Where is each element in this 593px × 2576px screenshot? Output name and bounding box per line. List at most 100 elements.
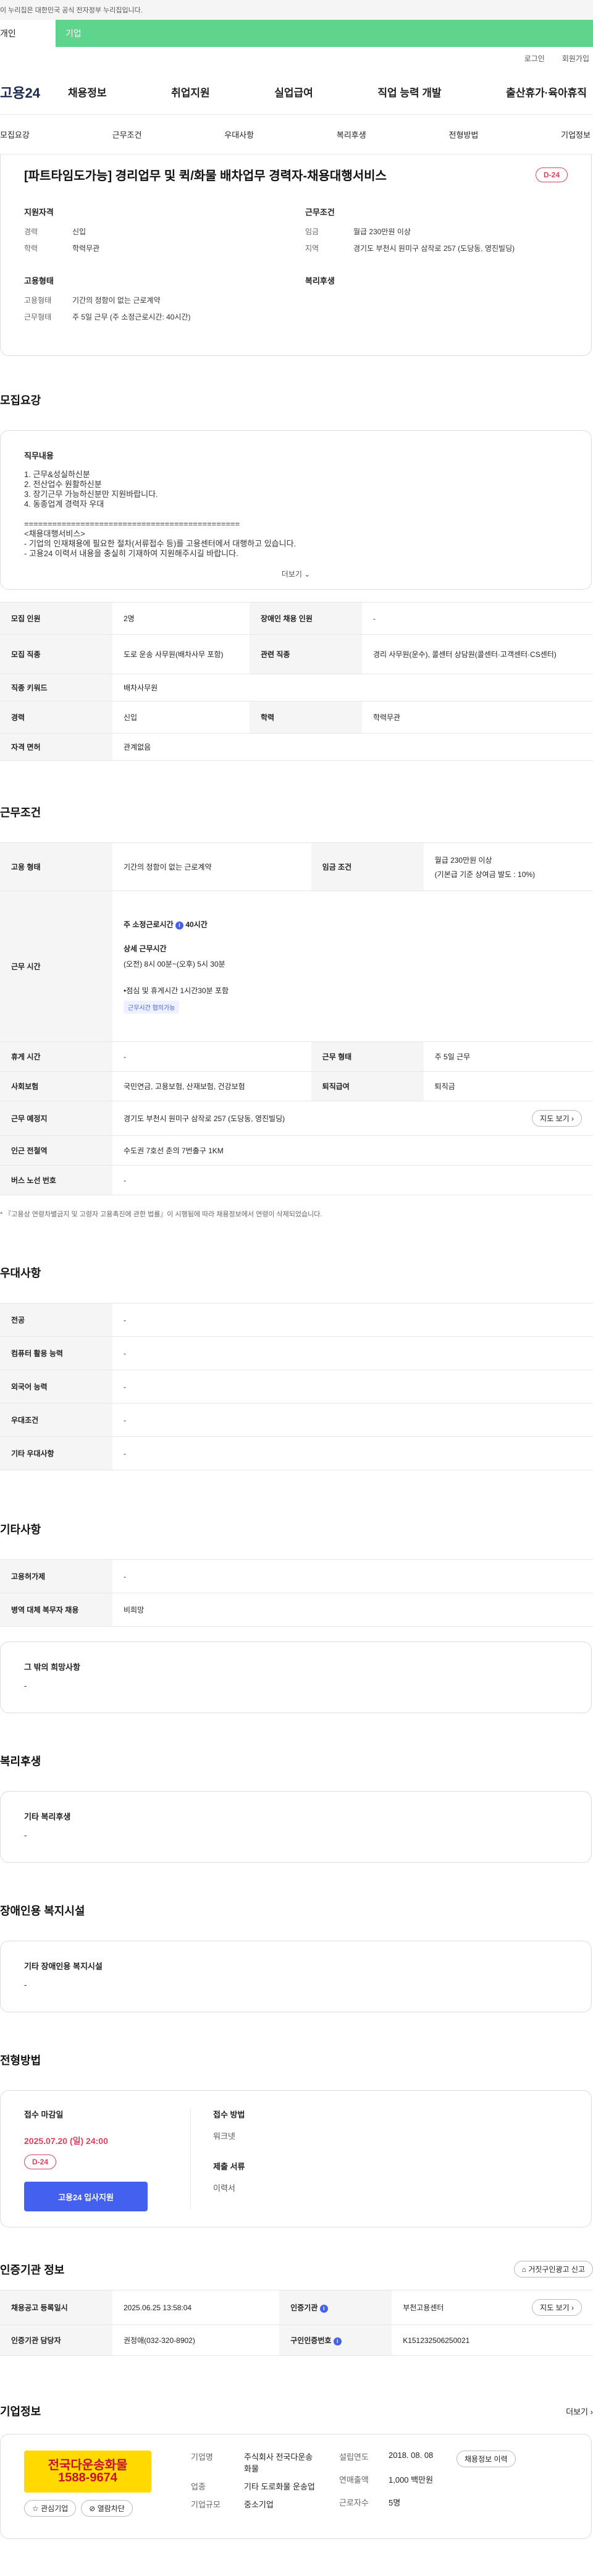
tab-personal[interactable]: 개인 [0,20,56,47]
table-cell: 경리 사무원(운수), 콜센터 상담원(콜센터·고객센터·CS센터) [361,634,593,674]
negotiable-chip: 근무시간 협의가능 [124,1001,180,1014]
welfare-section-title: 복리후생 [0,1755,41,1768]
block-icon: ⊘ [89,2504,96,2513]
agency-section-title: 인증기관 정보 [0,2263,65,2276]
table-header: 자격 면허 [0,733,112,761]
table-header: 임금 조건 [311,842,424,891]
table-header: 고용허가제 [0,1559,112,1593]
docs-value: 이력서 [213,2184,235,2193]
anchor-process[interactable]: 전형방법 [449,129,479,140]
company-more-label: 더보기 [566,2407,589,2417]
info-icon[interactable]: i [333,2337,342,2345]
company-more-link[interactable]: 더보기 › [566,2405,593,2417]
table-header: 사회보험 [0,1071,112,1101]
table-cell: - [112,1403,593,1437]
industry-value: 기타 도로화물 운송업 [244,2482,315,2491]
detail-hours-value: (오전) 8시 00분~(오후) 5시 30분 [124,960,225,968]
company-section-title: 기업정보 [0,2405,41,2418]
break-note: •점심 및 휴게시간 1시간30분 포함 [124,986,229,995]
welfare-summary-title: 복리후생 [305,276,335,286]
login-link[interactable]: 로그인 [524,53,545,64]
tab-company[interactable]: 기업 [56,20,593,47]
table-row: 근무 시간 주 소정근로시간 i 40시간 상세 근무시간 (오전) 8시 00… [0,891,593,1042]
welfare-card: 기타 복리후생 - [0,1791,592,1863]
brand-logo[interactable]: 고용24 [0,82,68,102]
dday-badge: D-24 [24,2154,57,2169]
info-icon[interactable]: i [319,2305,328,2313]
table-cell: - [112,1165,593,1195]
agency-value: 부천고용센터 [403,2303,444,2312]
table-header: 모집 직종 [0,634,112,674]
table-row: 전공 - [0,1303,593,1337]
info-icon[interactable]: i [175,922,183,930]
process-card: 접수 마감일 2025.07.20 (일) 24:00 D-24 고용24 입사… [0,2090,592,2227]
table-cell: - [112,1336,593,1370]
table-header: 근무 시간 [0,891,112,1042]
company-name-label: 기업명 [191,2452,213,2462]
qual-career-value: 신입 [72,227,86,236]
anchor-work[interactable]: 근무조건 [112,129,142,140]
industry-label: 업종 [191,2482,206,2491]
report-button[interactable]: ⌂ 거짓구인광고 신고 [513,2261,593,2277]
company-logo: 전국다운송화물 1588-9674 [24,2451,151,2493]
job-title: [파트타임도가능] 경리업무 및 퀵/화물 배차업무 경력자-채용대행서비스 [24,169,387,183]
cond-region-value: 경기도 부천시 원미구 삼작로 257 (도당동, 영진빌딩) [353,244,515,253]
employees-label: 근로자수 [339,2498,369,2507]
favorite-label: 관심기업 [41,2504,69,2513]
other-hopes-value: - [24,1681,27,1690]
qual-edu-value: 학력무관 [72,244,100,253]
gnb-leave[interactable]: 출산휴가·육아휴직 [506,84,587,100]
company-size-label: 기업규모 [191,2500,221,2509]
desc-line: ========================================… [24,519,240,528]
cert-no-label: 구인인증번호 [290,2336,332,2345]
place-value: 경기도 부천시 원미구 삼작로 257 (도당동, 영진빌딩) [124,1114,285,1123]
table-cell: 2025.06.25 13:58:04 [112,2290,280,2325]
table-row: 우대조건 - [0,1403,593,1437]
table-header: 고용 형태 [0,842,112,891]
company-size-value: 중소기업 [244,2500,274,2509]
table-cell: 신입 [112,701,250,734]
job-summary-card: [파트타임도가능] 경리업무 및 퀵/화물 배차업무 경력자-채용대행서비스 D… [0,155,592,356]
more-button[interactable]: 더보기 ⌄ [24,569,568,579]
table-row: 고용허가제 - [0,1559,593,1593]
wage-cell: 월급 230만원 이상 (기본급 기준 상여금 발도 : 10%) [423,842,593,891]
table-header: 모집 인원 [0,602,112,635]
desc-line: <채용대행서비스> [24,529,85,538]
apply-button[interactable]: 고용24 입사지원 [24,2182,148,2211]
apply-button-label: 고용24 입사지원 [58,2192,114,2202]
table-cell: 권정애(032-320-8902) [112,2324,280,2356]
disabled-section-title: 장애인용 복지시설 [0,1905,85,1917]
welfare-box-value: - [24,1831,27,1840]
qual-career-label: 경력 [24,227,38,236]
anchor-recruit[interactable]: 모집요강 [0,129,30,140]
table-cell: 2명 [112,602,250,635]
disabled-card: 기타 장애인용 복지시설 - [0,1941,592,2012]
wage-bonus: (기본급 기준 상여금 발도 : 10%) [434,870,536,879]
gnb-jobs[interactable]: 채용정보 [68,84,107,100]
gnb-skills[interactable]: 직업 능력 개발 [377,84,441,100]
qual-title: 지원자격 [24,208,54,217]
anchor-prefer[interactable]: 우대사항 [224,129,254,140]
table-cell: - [112,1559,593,1593]
anchor-welfare[interactable]: 복리후생 [337,129,366,140]
favorite-company-button[interactable]: ☆ 관심기업 [24,2500,77,2517]
desc-line: - 기업의 인재채용에 필요한 절차(서류접수 등)를 고용센터에서 대행하고 … [24,539,296,548]
job-description-card: 직무내용 1. 근무&성실하신분 2. 전산업수 원활하신분 3. 장기근무 가… [0,430,592,590]
anchor-company[interactable]: 기업정보 [561,129,591,140]
signup-link[interactable]: 회원가입 [562,53,589,64]
emp-type-label: 고용형태 [24,296,52,305]
map-button[interactable]: 지도 보기 › [532,2299,582,2316]
block-view-button[interactable]: ⊘ 열람차단 [81,2500,133,2517]
user-type-tabs: 개인 기업 [0,20,593,47]
gnb-employment-support[interactable]: 취업지원 [171,84,210,100]
home-icon: ⌂ [521,2265,526,2274]
job-history-button[interactable]: 채용정보 이력 [456,2451,516,2467]
welfare-box-title: 기타 복리후생 [24,1812,71,1821]
gnb-unemployment-benefit[interactable]: 실업급여 [274,84,313,100]
map-button-label: 지도 보기 [540,1114,570,1123]
table-row: 직종 키워드 배차사무원 [0,674,593,701]
table-header: 학력 [249,701,362,734]
map-button[interactable]: 지도 보기 › [532,1110,582,1127]
table-cell: - [112,1370,593,1404]
cert-no-header: 구인인증번호 i [279,2324,392,2356]
